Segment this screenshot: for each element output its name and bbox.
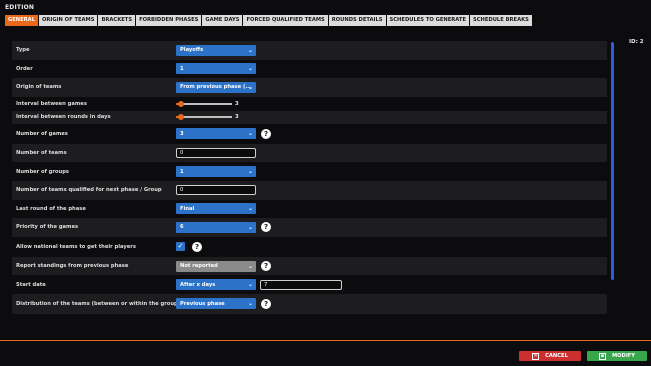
modify-button[interactable]: ▪ MODIFY	[587, 351, 647, 361]
interval-games-slider[interactable]	[176, 100, 232, 107]
distribution-row: Distribution of the teams (between or wi…	[12, 293, 607, 314]
tab-brackets[interactable]: BRACKETS	[98, 15, 136, 26]
interval-games-row: Interval between games 3	[12, 97, 607, 111]
num-groups-label: Number of groups	[16, 168, 69, 175]
id-label: ID: 2	[629, 39, 644, 45]
cancel-button[interactable]: ✕ CANCEL	[519, 351, 581, 361]
chevron-down-icon: ⌄	[247, 300, 253, 308]
start-date-label: Start date	[16, 281, 46, 288]
qualified-row: Number of teams qualified for next phase…	[12, 180, 607, 200]
chevron-down-icon: ⌄	[247, 130, 253, 138]
priority-row: Priority of the games 6 ⌄ ?	[12, 218, 607, 237]
chevron-down-icon: ⌄	[247, 168, 253, 176]
save-icon: ▪	[598, 352, 606, 360]
order-select[interactable]: 1 ⌄	[176, 63, 256, 75]
standings-row: Report standings from previous phase Not…	[12, 256, 607, 276]
help-icon[interactable]: ?	[261, 261, 271, 272]
type-select[interactable]: Playoffs ⌄	[176, 44, 256, 56]
tab-schedules-to-generate[interactable]: SCHEDULES TO GENERATE	[386, 15, 469, 26]
tab-game-days[interactable]: GAME DAYS	[202, 15, 243, 26]
help-icon[interactable]: ?	[192, 241, 202, 252]
last-round-label: Last round of the phase	[16, 205, 86, 212]
num-teams-row: Number of teams 0	[12, 143, 607, 163]
chevron-down-icon: ⌄	[247, 205, 253, 213]
standings-select[interactable]: Not reported ⌄	[176, 260, 256, 272]
origin-select[interactable]: From previous phase (... ⌄	[176, 81, 256, 93]
window-title: EDITION	[5, 4, 35, 11]
last-round-value: Final	[180, 205, 195, 212]
national-checkbox[interactable]: ✓	[176, 242, 185, 252]
origin-label: Origin of teams	[16, 84, 62, 91]
priority-select[interactable]: 6 ⌄	[176, 221, 256, 233]
distribution-label: Distribution of the teams (between or wi…	[16, 300, 184, 307]
interval-rounds-value: 3	[235, 114, 239, 121]
chevron-down-icon: ⌄	[247, 281, 253, 289]
standings-label: Report standings from previous phase	[16, 263, 129, 270]
national-row: Allow national teams to get their player…	[12, 237, 607, 257]
tab-forbidden-phases[interactable]: FORBIDDEN PHASES	[136, 15, 202, 26]
slider-knob[interactable]	[178, 114, 184, 121]
num-groups-row: Number of groups 1 ⌄	[12, 162, 607, 181]
interval-games-label: Interval between games	[16, 100, 87, 107]
qualified-input[interactable]: 0	[176, 185, 256, 196]
priority-value: 6	[180, 224, 184, 231]
distribution-select[interactable]: Previous phase ⌄	[176, 298, 256, 310]
start-date-row: Start date After x days ⌄ 7	[12, 275, 607, 294]
help-icon[interactable]: ?	[261, 298, 271, 309]
tab-general[interactable]: GENERAL	[5, 15, 39, 26]
tab-origin-of-teams[interactable]: ORIGIN OF TEAMS	[39, 15, 98, 26]
chevron-down-icon: ⌄	[247, 65, 253, 73]
order-label: Order	[16, 65, 33, 72]
standings-value: Not reported	[180, 263, 218, 270]
qualified-label: Number of teams qualified for next phase…	[16, 187, 162, 194]
close-icon: ✕	[532, 352, 540, 360]
num-games-value: 3	[180, 130, 184, 137]
num-groups-value: 1	[180, 168, 184, 175]
help-icon[interactable]: ?	[261, 222, 271, 233]
start-date-select[interactable]: After x days ⌄	[176, 279, 256, 291]
chevron-down-icon: ⌄	[247, 262, 253, 270]
order-row: Order 1 ⌄	[12, 60, 607, 79]
num-teams-label: Number of teams	[16, 150, 67, 157]
order-value: 1	[180, 65, 184, 72]
type-row: Type Playoffs ⌄	[12, 41, 607, 60]
chevron-down-icon: ⌄	[247, 83, 253, 91]
national-label: Allow national teams to get their player…	[16, 243, 136, 250]
interval-rounds-label: Interval between rounds in days	[16, 114, 111, 121]
last-round-select[interactable]: Final ⌄	[176, 203, 256, 215]
cancel-label: CANCEL	[545, 353, 568, 359]
num-groups-select[interactable]: 1 ⌄	[176, 166, 256, 178]
num-games-row: Number of games 3 ⌄ ?	[12, 124, 607, 144]
type-label: Type	[16, 47, 30, 54]
num-games-label: Number of games	[16, 130, 68, 137]
chevron-down-icon: ⌄	[247, 223, 253, 231]
interval-games-value: 3	[235, 100, 239, 107]
origin-row: Origin of teams From previous phase (...…	[12, 78, 607, 97]
tab-bar: GENERAL ORIGIN OF TEAMS BRACKETS FORBIDD…	[5, 15, 532, 26]
start-days-input[interactable]: 7	[260, 279, 342, 290]
modify-label: MODIFY	[611, 353, 636, 359]
origin-value: From previous phase (...	[180, 84, 252, 91]
distribution-value: Previous phase	[180, 300, 225, 307]
footer-divider	[0, 340, 651, 341]
type-value: Playoffs	[180, 47, 204, 54]
tab-rounds-details[interactable]: ROUNDS DETAILS	[328, 15, 386, 26]
tab-schedule-breaks[interactable]: SCHEDULE BREAKS	[469, 15, 532, 26]
last-round-row: Last round of the phase Final ⌄	[12, 200, 607, 219]
interval-rounds-slider[interactable]	[176, 114, 232, 121]
num-teams-input[interactable]: 0	[176, 148, 256, 159]
help-icon[interactable]: ?	[261, 128, 271, 139]
start-date-value: After x days	[180, 281, 216, 288]
priority-label: Priority of the games	[16, 224, 79, 231]
slider-knob[interactable]	[178, 100, 184, 107]
chevron-down-icon: ⌄	[247, 46, 253, 54]
scrollbar[interactable]	[611, 42, 614, 280]
num-games-select[interactable]: 3 ⌄	[176, 128, 256, 140]
tab-forced-qualified-teams[interactable]: FORCED QUALIFIED TEAMS	[243, 15, 328, 26]
general-form: Type Playoffs ⌄ Order 1 ⌄ Origin of teams …	[12, 41, 607, 314]
interval-rounds-row: Interval between rounds in days 3	[12, 110, 607, 124]
